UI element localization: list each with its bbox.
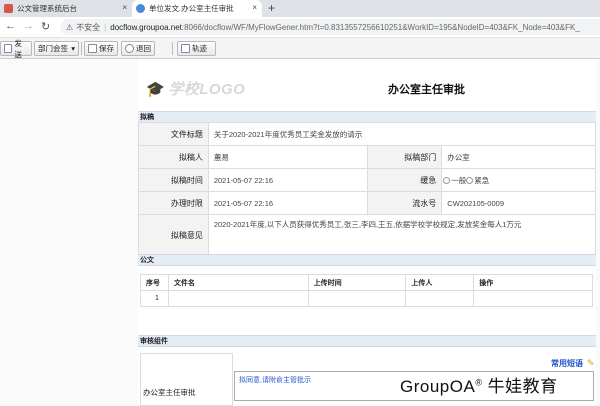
pencil-icon[interactable]: ✎ — [587, 358, 595, 369]
right-margin — [596, 59, 600, 406]
reload-icon[interactable]: ↻ — [41, 20, 50, 33]
opinion-label: 拟稿意见 — [138, 214, 209, 257]
draft-time-label: 拟稿时间 — [138, 168, 209, 192]
track-icon — [181, 44, 190, 53]
school-logo: 🎓 学校LOGO — [146, 78, 245, 99]
col-header-filename: 文件名 — [167, 274, 309, 291]
app-toolbar: 发送 部门会签 ▾ 保存 退回 轨迹 — [0, 38, 600, 59]
browser-tab-bar: 公文管理系统后台 × 单位发文.办公室主任审批 × + — [0, 0, 600, 17]
save-label: 保存 — [99, 44, 114, 53]
dept-label: 拟稿部门 — [367, 145, 443, 169]
col-header-uploader: 上传人 — [405, 274, 475, 291]
page-body: 🎓 学校LOGO 办公室主任审批 拟稿 文件标题 关于2020-2021年度优秀员… — [0, 59, 600, 406]
graduation-cap-icon: 🎓 — [146, 81, 166, 98]
serial-field: CW202105-0009 — [441, 191, 596, 215]
deadline-field[interactable]: 2021-05-07 22:16 — [207, 191, 369, 215]
draft-opinion-field[interactable]: 2020-2021年度,以下人员获得优秀员工,张三,李四,王五,依据学校学校规定… — [207, 214, 597, 257]
col-header-upload-time: 上传时间 — [307, 274, 407, 291]
table-row: 1 — [140, 290, 593, 307]
row-upload-time — [307, 290, 407, 307]
left-margin — [0, 59, 138, 406]
send-label: 发送 — [14, 38, 22, 59]
col-header-index: 序号 — [140, 274, 169, 291]
toolbar-divider — [172, 42, 173, 55]
watermark-tagline: 牛娃教育 — [482, 377, 558, 396]
back-arrow-icon[interactable]: ← — [5, 20, 16, 32]
title-field[interactable]: 关于2020-2021年度优秀员工奖金发放的请示 — [207, 122, 597, 146]
urgency-normal-radio[interactable] — [443, 176, 451, 184]
col-header-actions: 操作 — [473, 274, 593, 291]
new-tab-button[interactable]: + — [268, 1, 275, 15]
common-phrases-link[interactable]: 常用短语 — [551, 358, 583, 369]
url-host: docflow.groupoa.net — [110, 22, 182, 32]
draft-time-field[interactable]: 2021-05-07 22:16 — [207, 168, 369, 192]
serial-label: 流水号 — [367, 191, 443, 215]
drafter-label: 拟稿人 — [138, 145, 209, 169]
urgency-normal-label: 一般 — [451, 175, 467, 185]
track-button[interactable]: 轨迹 — [177, 41, 216, 56]
draft-form: 文件标题 关于2020-2021年度优秀员工奖金发放的请示 拟稿人 蕙易 拟稿部… — [138, 122, 597, 257]
send-button[interactable]: 发送 — [0, 39, 32, 59]
return-button[interactable]: 退回 — [121, 41, 155, 56]
chevron-down-icon: ▾ — [71, 44, 75, 53]
url-input[interactable]: ⚠ 不安全 | docflow.groupoa.net :8066/docflo… — [60, 19, 600, 35]
files-table: 序号 文件名 上传时间 上传人 操作 1 — [140, 274, 593, 307]
page-title: 办公室主任审批 — [388, 84, 465, 96]
urgency-radio-group: 一般 紧急 — [441, 168, 596, 192]
site-favicon-icon — [4, 4, 13, 13]
close-tab-icon[interactable]: × — [252, 3, 257, 12]
urgency-urgent-label: 紧急 — [474, 175, 490, 185]
department-label: 部门会签 — [38, 44, 68, 53]
dept-field[interactable]: 办公室 — [441, 145, 596, 169]
save-button[interactable]: 保存 — [84, 41, 118, 56]
section-review: 审核组件 — [138, 335, 596, 347]
return-icon — [125, 44, 134, 53]
save-icon — [88, 44, 97, 53]
deadline-label: 办理时限 — [138, 191, 209, 215]
watermark-brand: GroupOA — [400, 377, 476, 396]
forward-arrow-icon[interactable]: → — [23, 20, 34, 32]
tab-title: 单位发文.办公室主任审批 — [149, 4, 234, 13]
address-bar-row: ← → ↻ ⚠ 不安全 | docflow.groupoa.net :8066/… — [0, 17, 600, 38]
warning-icon: ⚠ — [66, 22, 74, 32]
tab-title: 公文管理系统后台 — [17, 4, 77, 13]
logo-text: 学校LOGO — [168, 81, 246, 98]
url-divider: | — [104, 22, 107, 32]
security-label: 不安全 — [76, 22, 101, 32]
department-select[interactable]: 部门会签 ▾ — [34, 41, 79, 56]
tab-approval[interactable]: 单位发文.办公室主任审批 × — [132, 0, 262, 17]
site-favicon-icon — [136, 4, 145, 13]
url-path: :8066/docflow/WF/MyFlowGener.htm?t=0.831… — [181, 22, 580, 32]
section-official: 公文 — [138, 254, 596, 266]
row-index: 1 — [140, 290, 169, 307]
row-uploader — [405, 290, 475, 307]
send-icon — [4, 44, 13, 53]
urgency-urgent-radio[interactable] — [466, 176, 474, 184]
toolbar-divider — [81, 42, 82, 55]
close-tab-icon[interactable]: × — [122, 3, 127, 12]
return-label: 退回 — [136, 44, 151, 53]
review-label-cell — [140, 353, 233, 406]
track-label: 轨迹 — [192, 44, 207, 53]
drafter-field[interactable]: 蕙易 — [207, 145, 369, 169]
groupoa-watermark: GroupOA® 牛娃教育 — [400, 372, 558, 397]
row-filename[interactable] — [167, 290, 309, 307]
title-label: 文件标题 — [138, 122, 209, 146]
review-label: 办公室主任审批 — [143, 388, 196, 397]
row-actions[interactable] — [473, 290, 593, 307]
urgency-label: 缓急 — [367, 168, 443, 192]
tab-system-admin[interactable]: 公文管理系统后台 × — [0, 0, 132, 17]
